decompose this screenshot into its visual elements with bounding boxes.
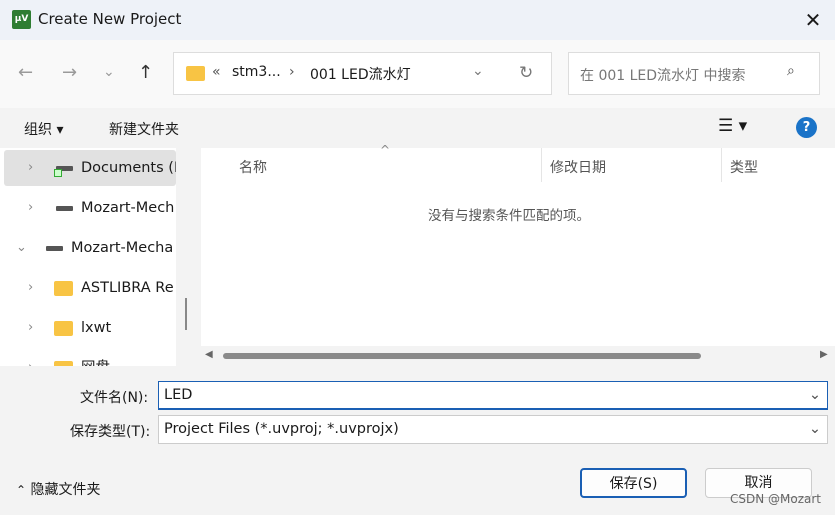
tree-item-astlibra[interactable]: › ASTLIBRA Re <box>4 270 176 306</box>
search-box[interactable]: 在 001 LED流水灯 中搜索 ⌕ <box>568 52 820 95</box>
breadcrumb-item[interactable]: 001 LED流水灯 <box>310 64 411 84</box>
folder-icon <box>186 66 205 81</box>
organize-button[interactable]: 组织 ▾ <box>24 119 63 139</box>
sort-ascending-icon: ^ <box>380 143 391 157</box>
tree-item-mozart-mecha-2[interactable]: ⌄ Mozart-Mecha <box>4 230 176 266</box>
up-button[interactable]: ↑ <box>138 62 153 83</box>
filename-value[interactable]: LED <box>164 387 192 403</box>
tree-item-wangpan[interactable]: › 网盘 <box>4 350 176 366</box>
new-folder-button[interactable]: 新建文件夹 <box>109 119 179 139</box>
window-title: Create New Project <box>38 10 182 28</box>
breadcrumb-separator[interactable]: › <box>289 64 295 80</box>
back-button[interactable]: ← <box>18 62 33 83</box>
address-bar[interactable]: « stm3... › 001 LED流水灯 ⌄ ↻ <box>173 52 552 95</box>
address-dropdown-icon[interactable]: ⌄ <box>472 63 484 79</box>
column-header-type[interactable]: 类型 <box>730 157 758 177</box>
chevron-down-icon[interactable]: ⌄ <box>809 382 821 409</box>
hide-folders-button[interactable]: ⌃ 隐藏文件夹 <box>16 479 101 499</box>
tree-item-lxwt[interactable]: › lxwt <box>4 310 176 346</box>
filetype-select[interactable]: Project Files (*.uvproj; *.uvprojx) ⌄ <box>158 415 828 444</box>
help-icon[interactable]: ? <box>796 117 817 138</box>
overflow-chevron[interactable]: « <box>212 64 221 80</box>
view-options-icon[interactable]: ☰ ▾ <box>718 116 747 136</box>
empty-message: 没有与搜索条件匹配的项。 <box>428 208 590 224</box>
filetype-value: Project Files (*.uvproj; *.uvprojx) <box>164 421 399 437</box>
file-list <box>201 148 835 366</box>
search-input[interactable]: 在 001 LED流水灯 中搜索 <box>580 65 746 85</box>
tree-scrollbar[interactable] <box>176 148 192 366</box>
horizontal-scrollbar[interactable]: ◀ ▶ <box>201 346 835 366</box>
chevron-down-icon[interactable]: ⌄ <box>809 416 821 443</box>
refresh-icon[interactable]: ↻ <box>519 63 533 83</box>
drive-icon <box>56 206 73 211</box>
chevron-up-icon: ⌃ <box>16 483 27 497</box>
column-header-date[interactable]: 修改日期 <box>550 157 606 177</box>
keil-uvision-icon: µV <box>12 10 31 29</box>
folder-icon <box>54 321 73 336</box>
tree-item-documents[interactable]: › Documents (E <box>4 150 176 186</box>
filename-input[interactable]: LED ⌄ <box>158 381 828 410</box>
watermark: CSDN @Mozart <box>730 492 822 506</box>
save-button[interactable]: 保存(S) <box>580 468 687 498</box>
search-icon[interactable]: ⌕ <box>787 63 795 79</box>
folder-icon <box>54 281 73 296</box>
filename-label: 文件名(N): <box>80 390 149 406</box>
tree-item-label: Documents (E <box>81 160 176 176</box>
filetype-label: 保存类型(T): <box>70 424 151 440</box>
column-header-name[interactable]: 名称 <box>239 157 267 177</box>
tree-item-mozart-mech-1[interactable]: › Mozart-Mech <box>4 190 176 226</box>
recent-locations-button[interactable]: ⌄ <box>103 64 115 80</box>
close-button[interactable]: ✕ <box>798 6 828 34</box>
drive-icon <box>46 246 63 251</box>
breadcrumb-item[interactable]: stm3... <box>232 64 281 80</box>
navigation-pane: › Documents (E › Mozart-Mech ⌄ Mozart-Me… <box>0 148 192 366</box>
forward-button[interactable]: → <box>62 62 77 83</box>
